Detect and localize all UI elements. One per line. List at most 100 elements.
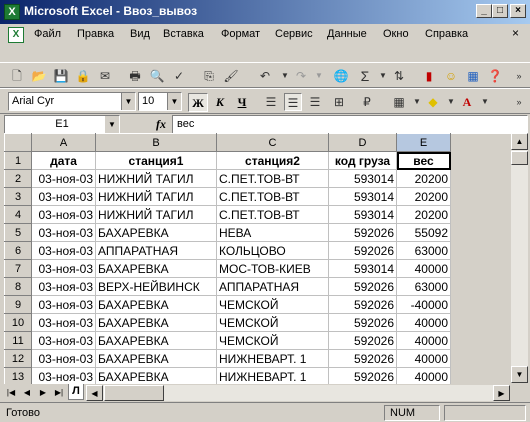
- cell-d3[interactable]: 593014: [328, 187, 397, 206]
- cell-a6[interactable]: 03-ноя-03: [31, 241, 96, 260]
- cell-e11[interactable]: 40000: [396, 331, 451, 350]
- column-header-a[interactable]: A: [31, 133, 96, 152]
- cell-d12[interactable]: 592026: [328, 349, 397, 368]
- cell-e12[interactable]: 40000: [396, 349, 451, 368]
- row-header[interactable]: 11: [4, 331, 32, 350]
- cell-c2[interactable]: С.ПЕТ.ТОВ-ВТ: [216, 169, 329, 188]
- undo-icon[interactable]: ↶: [256, 67, 274, 85]
- save-icon[interactable]: 💾: [52, 67, 70, 85]
- cell-b13[interactable]: БАХАРЕВКА: [95, 367, 217, 386]
- cell-e10[interactable]: 40000: [396, 313, 451, 332]
- cell-c3[interactable]: С.ПЕТ.ТОВ-ВТ: [216, 187, 329, 206]
- underline-button[interactable]: Ч: [232, 93, 252, 112]
- row-header[interactable]: 13: [4, 367, 32, 386]
- select-all-corner[interactable]: [4, 133, 32, 152]
- cell-d1[interactable]: код груза: [328, 151, 397, 170]
- row-header[interactable]: 7: [4, 259, 32, 278]
- column-header-d[interactable]: D: [328, 133, 397, 152]
- cell-e13[interactable]: 40000: [396, 367, 451, 386]
- cell-a2[interactable]: 03-ноя-03: [31, 169, 96, 188]
- cell-a1[interactable]: дата: [31, 151, 96, 170]
- excel-app-icon[interactable]: X: [4, 4, 20, 20]
- menu-window[interactable]: Окно: [383, 28, 409, 40]
- redo-dropdown-icon[interactable]: ▼: [310, 67, 328, 85]
- row-header[interactable]: 8: [4, 277, 32, 296]
- cell-b1[interactable]: станция1: [95, 151, 217, 170]
- cell-c7[interactable]: МОС-ТОВ-КИЕВ: [216, 259, 329, 278]
- bold-button[interactable]: Ж: [188, 93, 208, 112]
- cell-b3[interactable]: НИЖНИЙ ТАГИЛ: [95, 187, 217, 206]
- merge-center-icon[interactable]: ⊞: [330, 93, 348, 111]
- toolbar-options-icon[interactable]: »: [510, 67, 528, 85]
- font-color-dropdown-icon[interactable]: ▼: [476, 93, 494, 111]
- cell-a13[interactable]: 03-ноя-03: [31, 367, 96, 386]
- cell-c8[interactable]: АППАРАТНАЯ: [216, 277, 329, 296]
- cell-b10[interactable]: БАХАРЕВКА: [95, 313, 217, 332]
- cell-d4[interactable]: 593014: [328, 205, 397, 224]
- first-sheet-icon[interactable]: |◀: [4, 386, 18, 399]
- cell-a7[interactable]: 03-ноя-03: [31, 259, 96, 278]
- toolbar-options-icon-2[interactable]: »: [510, 93, 528, 111]
- cell-c10[interactable]: ЧЕМСКОЙ: [216, 313, 329, 332]
- permission-icon[interactable]: 🔒: [74, 67, 92, 85]
- cell-c5[interactable]: НЕВА: [216, 223, 329, 242]
- open-icon[interactable]: 📂: [30, 67, 48, 85]
- row-header[interactable]: 6: [4, 241, 32, 260]
- menu-view[interactable]: Вид: [130, 28, 150, 40]
- chart-wizard-icon[interactable]: ▮: [420, 67, 438, 85]
- cell-e4[interactable]: 20200: [396, 205, 451, 224]
- cell-b7[interactable]: БАХАРЕВКА: [95, 259, 217, 278]
- currency-format-icon[interactable]: ₽: [358, 93, 376, 111]
- maximize-button[interactable]: □: [492, 4, 508, 18]
- cell-e8[interactable]: 63000: [396, 277, 451, 296]
- insert-function-icon[interactable]: fx: [156, 117, 166, 132]
- new-icon[interactable]: 🗋: [8, 67, 26, 85]
- doc-close-icon[interactable]: ×: [512, 26, 519, 40]
- scroll-up-icon[interactable]: ▲: [511, 133, 528, 150]
- autosum-icon[interactable]: Σ: [356, 67, 374, 85]
- cell-d5[interactable]: 592026: [328, 223, 397, 242]
- print-icon[interactable]: 🖶: [126, 67, 144, 85]
- last-sheet-icon[interactable]: ▶|: [52, 386, 66, 399]
- minimize-button[interactable]: _: [476, 4, 492, 18]
- cell-b4[interactable]: НИЖНИЙ ТАГИЛ: [95, 205, 217, 224]
- cell-a4[interactable]: 03-ноя-03: [31, 205, 96, 224]
- close-button[interactable]: ×: [510, 4, 526, 18]
- email-icon[interactable]: ✉: [96, 67, 114, 85]
- cell-a11[interactable]: 03-ноя-03: [31, 331, 96, 350]
- menu-edit[interactable]: Правка: [77, 28, 114, 40]
- column-header-c[interactable]: C: [216, 133, 329, 152]
- cell-a8[interactable]: 03-ноя-03: [31, 277, 96, 296]
- row-header[interactable]: 12: [4, 349, 32, 368]
- cell-d11[interactable]: 592026: [328, 331, 397, 350]
- cell-c4[interactable]: С.ПЕТ.ТОВ-ВТ: [216, 205, 329, 224]
- row-header[interactable]: 10: [4, 313, 32, 332]
- copy-icon[interactable]: ⎘: [200, 67, 218, 85]
- fill-color-icon[interactable]: ◆: [424, 93, 442, 111]
- vertical-scroll-thumb[interactable]: [511, 151, 528, 165]
- cell-d10[interactable]: 592026: [328, 313, 397, 332]
- font-name-combo[interactable]: Arial Cyr ▼: [8, 92, 136, 111]
- menu-data[interactable]: Данные: [327, 28, 367, 40]
- format-painter-icon[interactable]: 🖌: [222, 67, 240, 85]
- help-assistant-icon[interactable]: ❓: [486, 67, 504, 85]
- cell-c6[interactable]: КОЛЬЦОВО: [216, 241, 329, 260]
- font-dropdown-icon[interactable]: ▼: [121, 93, 135, 110]
- cell-e7[interactable]: 40000: [396, 259, 451, 278]
- cell-a12[interactable]: 03-ноя-03: [31, 349, 96, 368]
- row-header[interactable]: 5: [4, 223, 32, 242]
- row-header[interactable]: 4: [4, 205, 32, 224]
- sort-ascending-icon[interactable]: ⇅: [390, 67, 408, 85]
- cell-e6[interactable]: 63000: [396, 241, 451, 260]
- spelling-icon[interactable]: ✓: [170, 67, 188, 85]
- cell-d6[interactable]: 592026: [328, 241, 397, 260]
- cell-a5[interactable]: 03-ноя-03: [31, 223, 96, 242]
- cell-e1[interactable]: вес: [396, 151, 451, 170]
- cell-b6[interactable]: АППАРАТНАЯ: [95, 241, 217, 260]
- prev-sheet-icon[interactable]: ◀: [20, 386, 34, 399]
- scroll-down-icon[interactable]: ▼: [511, 366, 528, 383]
- drawing-icon[interactable]: ▦: [464, 67, 482, 85]
- name-box[interactable]: E1 ▼: [4, 115, 120, 134]
- cell-c9[interactable]: ЧЕМСКОЙ: [216, 295, 329, 314]
- menu-insert[interactable]: Вставка: [163, 28, 204, 40]
